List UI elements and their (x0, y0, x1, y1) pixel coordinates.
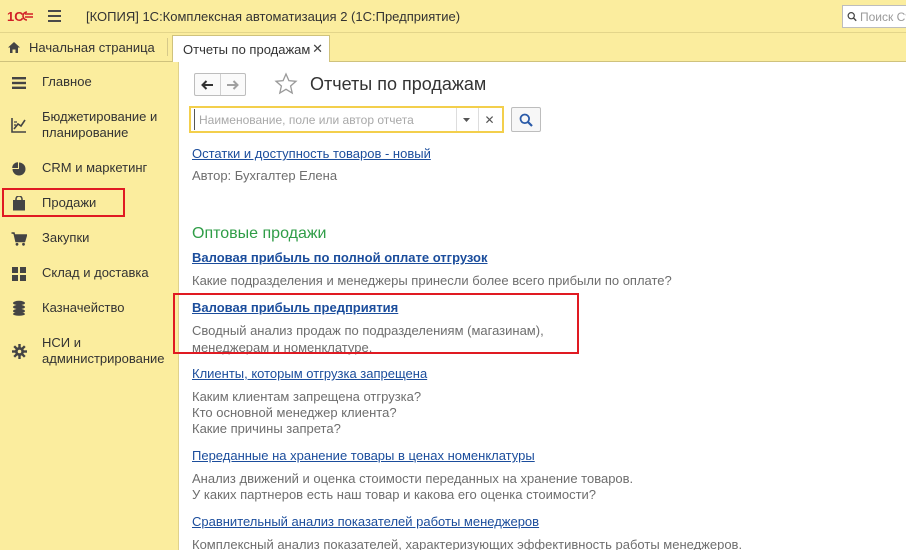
sidebar-item-treasury[interactable]: Казначейство (0, 300, 179, 318)
window-title: [КОПИЯ] 1С:Комплексная автоматизация 2 (… (86, 8, 461, 24)
report-link-manager-comparison[interactable]: Сравнительный анализ показателей работы … (192, 514, 539, 529)
sidebar-item-label: Склад и доставка (42, 265, 149, 280)
favorite-star-icon[interactable] (274, 72, 298, 96)
close-tab-icon[interactable]: ✕ (312, 41, 323, 57)
report-description: Каким клиентам запрещена отгрузка? (192, 389, 422, 404)
dropdown-button[interactable] (456, 108, 476, 131)
report-link-gross-profit-payment[interactable]: Валовая прибыль по полной оплате отгрузо… (192, 250, 488, 265)
menu-lines-icon (11, 75, 27, 91)
global-search-input[interactable] (860, 9, 906, 24)
sidebar-sales-highlight (2, 188, 125, 217)
coins-icon (11, 300, 27, 316)
gear-icon (11, 343, 27, 359)
report-link-stock-availability[interactable]: Остатки и доступность товаров - новый (192, 146, 431, 161)
sidebar: Главное Бюджетирование и планирование CR… (0, 62, 179, 550)
report-link-blocked-clients[interactable]: Клиенты, которым отгрузка запрещена (192, 366, 427, 381)
svg-text:1С: 1С (7, 9, 24, 24)
report-description: Анализ движений и оценка стоимости перед… (192, 471, 634, 486)
chevron-down-icon (463, 117, 470, 122)
cart-icon (11, 231, 27, 247)
report-description: У каких партнеров есть наш товар и каков… (192, 487, 597, 502)
home-icon (8, 41, 20, 53)
main-menu-icon[interactable] (40, 0, 68, 33)
sidebar-item-label: Главное (42, 74, 92, 89)
nav-buttons (194, 73, 246, 96)
sidebar-item-purchases[interactable]: Закупки (0, 230, 179, 248)
arrow-right-icon (227, 79, 240, 90)
sidebar-item-crm[interactable]: CRM и маркетинг (0, 160, 179, 178)
sidebar-item-label-line2: планирование (42, 125, 129, 140)
sidebar-item-label: НСИ и (42, 335, 81, 350)
sidebar-item-budgeting[interactable]: Бюджетирование и планирование (0, 109, 179, 143)
report-link-goods-on-storage[interactable]: Переданные на хранение товары в ценах но… (192, 448, 535, 463)
clear-icon[interactable]: ✕ (478, 108, 500, 131)
tab-home[interactable]: Начальная страница (0, 33, 155, 61)
report-filter-field[interactable]: ✕ (189, 106, 504, 133)
sidebar-item-label: Бюджетирование и (42, 109, 158, 124)
report-filter-input[interactable] (194, 109, 452, 130)
report-description: Кто основной менеджер клиента? (192, 405, 397, 420)
search-button[interactable] (511, 107, 541, 132)
report-description: Какие причины запрета? (192, 421, 341, 436)
section-title-wholesale: Оптовые продажи (192, 225, 327, 242)
chart-icon (11, 117, 27, 133)
sidebar-item-warehouse[interactable]: Склад и доставка (0, 265, 179, 283)
sidebar-item-admin[interactable]: НСИ и администрирование (0, 335, 179, 369)
tab-sales-reports[interactable]: Отчеты по продажам ✕ (172, 35, 330, 63)
1c-logo-icon: 1С (0, 0, 40, 33)
title-bar: 1С [КОПИЯ] 1С:Комплексная автоматизация … (0, 0, 906, 33)
report-description: Комплексный анализ показателей, характер… (192, 537, 743, 550)
back-button[interactable] (195, 74, 220, 95)
tab-bar: Начальная страница Отчеты по продажам ✕ (0, 33, 906, 63)
grid-icon (11, 266, 27, 282)
search-icon (519, 113, 533, 127)
tab-divider (167, 38, 168, 56)
report-highlight (173, 293, 579, 354)
sidebar-item-main[interactable]: Главное (0, 74, 179, 92)
sidebar-item-label: CRM и маркетинг (42, 160, 148, 175)
main-content: Отчеты по продажам ✕ Остатки и доступнос… (173, 62, 906, 550)
sidebar-item-label-line2: администрирование (42, 351, 165, 366)
arrow-left-icon (201, 79, 213, 90)
forward-button[interactable] (219, 74, 245, 95)
search-icon (847, 12, 857, 22)
tab-sales-reports-label: Отчеты по продажам (183, 42, 311, 57)
tab-home-label: Начальная страница (29, 39, 155, 55)
report-description: Какие подразделения и менеджеры принесли… (192, 273, 672, 288)
global-search[interactable] (842, 5, 906, 28)
pie-chart-icon (11, 161, 27, 177)
report-description: Автор: Бухгалтер Елена (192, 168, 338, 183)
page-title: Отчеты по продажам (310, 74, 487, 94)
sidebar-item-label: Казначейство (42, 300, 125, 315)
sidebar-item-label: Закупки (42, 230, 90, 245)
